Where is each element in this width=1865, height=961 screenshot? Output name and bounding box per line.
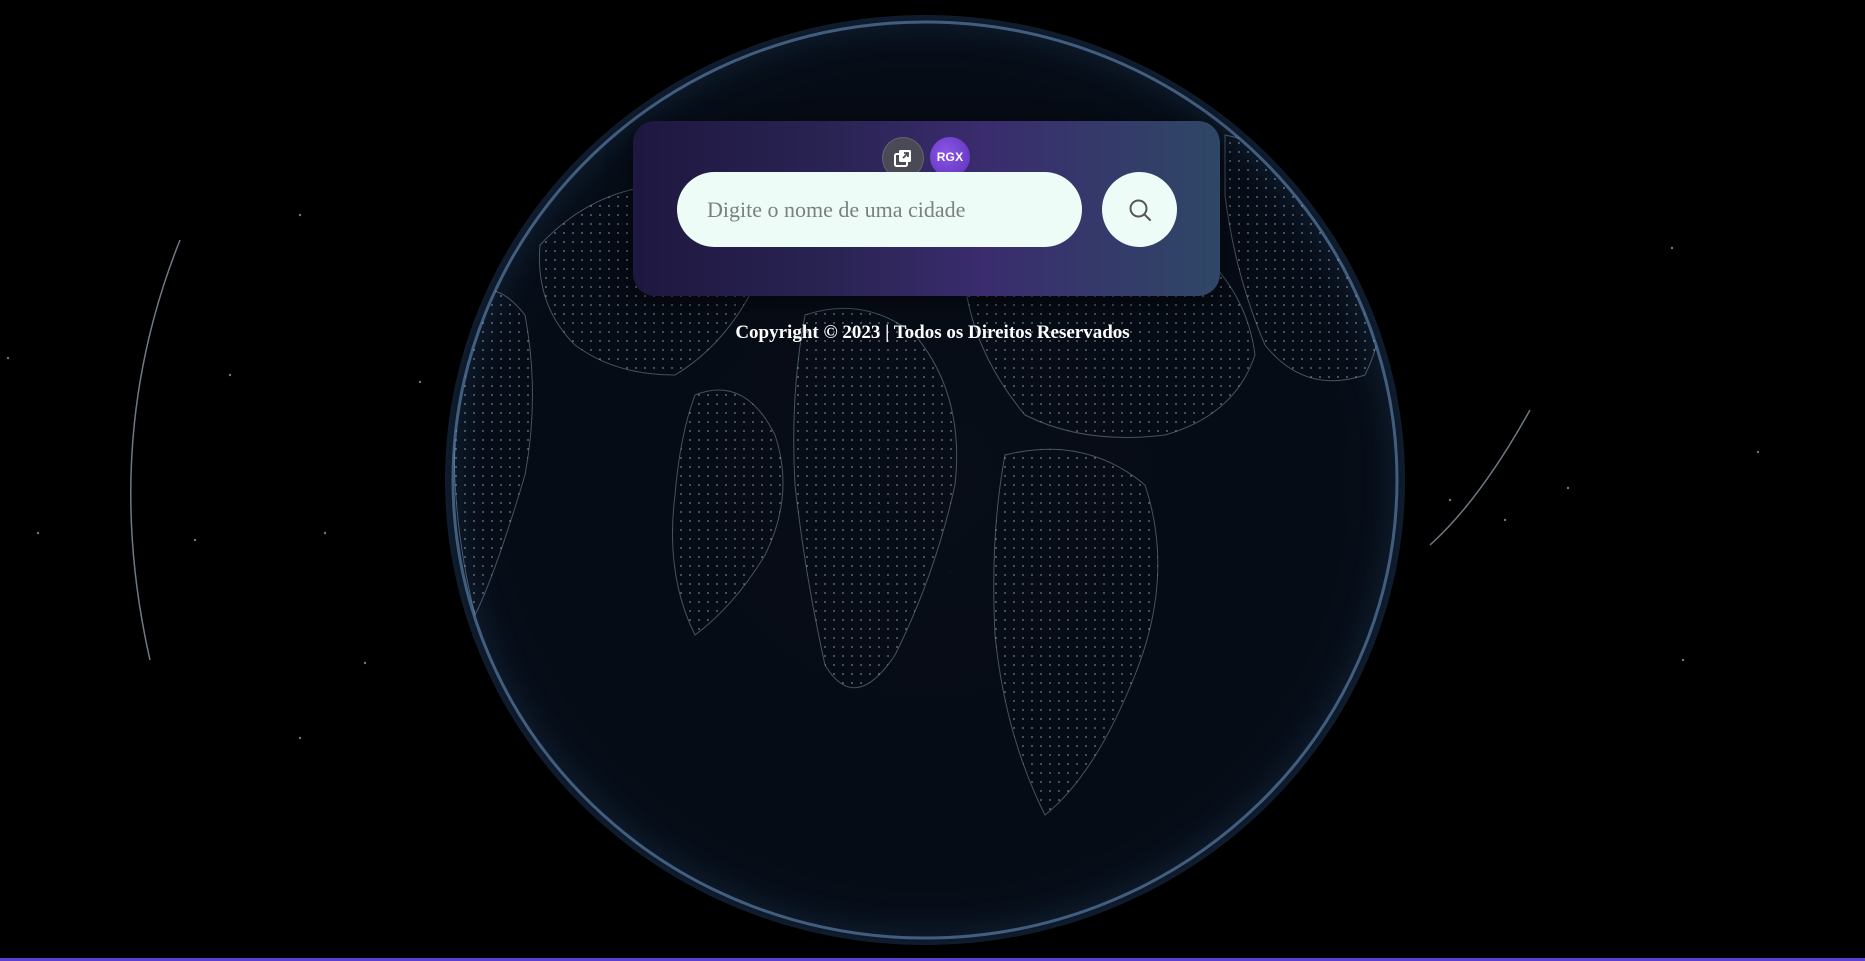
search-button[interactable]	[1102, 172, 1177, 247]
search-icon	[1129, 199, 1151, 221]
rgx-label: RGX	[936, 150, 964, 164]
copyright-footer: Copyright © 2023 | Todos os Direitos Res…	[735, 322, 1130, 343]
rgx-logo-button[interactable]: RGX	[930, 137, 970, 177]
city-search-input[interactable]	[677, 172, 1082, 247]
copy-glyph-icon	[894, 150, 911, 167]
page-background: RGX Copyright © 2023 | Todos os Direitos…	[0, 0, 1865, 961]
